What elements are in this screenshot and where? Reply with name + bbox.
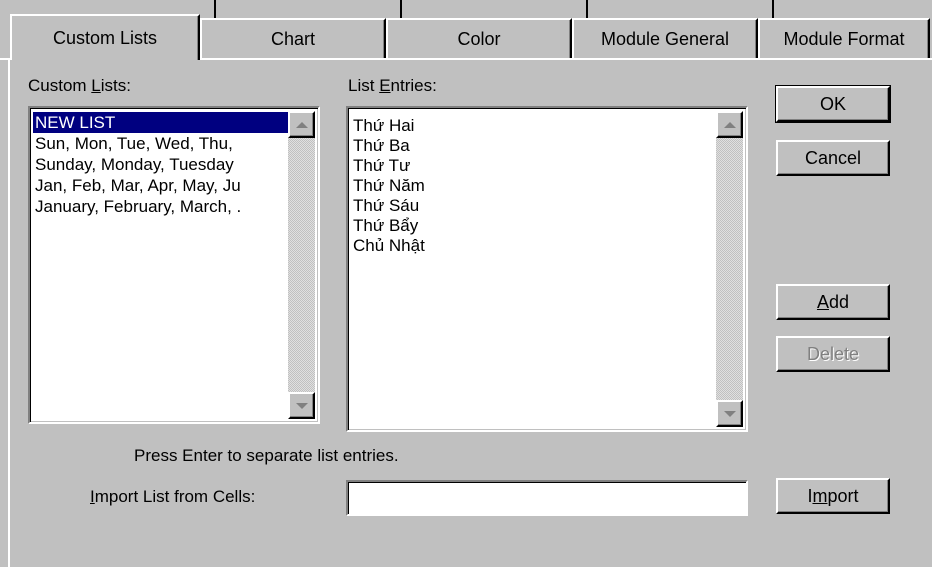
list-entries-box[interactable]: Thứ Hai Thứ Ba Thứ Tư Thứ Năm Thứ Sáu Th… (346, 106, 748, 432)
label-hotkey: m (812, 485, 828, 506)
vertical-scrollbar[interactable] (716, 111, 743, 427)
custom-lists-items: NEW LIST Sun, Mon, Tue, Wed, Thu, Sunday… (33, 112, 288, 419)
list-item[interactable]: Sunday, Monday, Tuesday (33, 154, 288, 175)
tab-label: Color (457, 28, 501, 49)
list-item[interactable]: NEW LIST (33, 112, 288, 133)
tab-label: Custom Lists (52, 27, 158, 48)
button-label: Import (807, 486, 858, 507)
add-button[interactable]: Add (776, 284, 890, 320)
tab-label: Module Format (783, 28, 905, 49)
tab-module-general[interactable]: Module General (572, 18, 758, 58)
tab-label: Module General (600, 28, 730, 49)
label-hotkey: E (379, 76, 391, 95)
arrow-up-icon (723, 121, 736, 128)
vertical-scrollbar[interactable] (288, 111, 315, 419)
list-entries-items: Thứ Hai Thứ Ba Thứ Tư Thứ Năm Thứ Sáu Th… (351, 116, 716, 427)
list-entry: Thứ Bẩy (353, 216, 419, 235)
arrow-down-icon (723, 410, 736, 417)
button-label: Delete (806, 343, 860, 364)
import-list-label: Import List from Cells: (90, 487, 255, 507)
label-text: dd (828, 291, 850, 312)
list-entry: Thứ Tư (353, 156, 411, 175)
tab-panel-left-border (8, 58, 10, 567)
tab-label: Chart (270, 28, 315, 49)
ok-button[interactable]: OK (775, 85, 891, 123)
list-entry: Thứ Hai (353, 116, 415, 135)
cancel-button[interactable]: Cancel (776, 140, 890, 176)
custom-lists-listbox[interactable]: NEW LIST Sun, Mon, Tue, Wed, Thu, Sunday… (28, 106, 320, 424)
label-text: mport List from Cells: (94, 487, 256, 506)
upper-tab-divider (214, 0, 216, 18)
list-entry: Thứ Năm (353, 176, 425, 195)
label-text: ists: (100, 76, 131, 95)
arrow-down-icon (295, 402, 308, 409)
label-text: ntries: (390, 76, 437, 95)
options-dialog: Custom Lists Chart Color Module General … (0, 0, 932, 567)
label-hotkey: L (91, 76, 101, 95)
list-entry: Thứ Ba (353, 136, 410, 155)
label-text: port (827, 485, 859, 506)
import-button[interactable]: Import (776, 478, 890, 514)
arrow-up-icon (295, 121, 308, 128)
tab-custom-lists[interactable]: Custom Lists (10, 14, 200, 60)
scroll-up-button[interactable] (288, 111, 315, 138)
tab-chart[interactable]: Chart (200, 18, 386, 58)
upper-tab-divider (586, 0, 588, 18)
custom-lists-label: Custom Lists: (28, 76, 131, 96)
scroll-up-button[interactable] (716, 111, 743, 138)
button-label: Cancel (804, 147, 862, 168)
list-item[interactable]: Jan, Feb, Mar, Apr, May, Ju (33, 175, 288, 196)
label-text: List (348, 76, 380, 95)
list-item[interactable]: Sun, Mon, Tue, Wed, Thu, (33, 133, 288, 154)
tab-module-format[interactable]: Module Format (758, 18, 930, 58)
tab-color[interactable]: Color (386, 18, 572, 58)
list-entries-label: List Entries: (348, 76, 437, 96)
scroll-down-button[interactable] (716, 400, 743, 427)
import-range-input[interactable] (346, 480, 748, 516)
upper-tab-divider (400, 0, 402, 18)
list-entry: Thứ Sáu (353, 196, 420, 215)
list-item[interactable]: January, February, March, . (33, 196, 288, 217)
delete-button[interactable]: Delete (776, 336, 890, 372)
label-hotkey: A (816, 291, 829, 312)
separate-entries-hint: Press Enter to separate list entries. (134, 446, 399, 465)
scroll-down-button[interactable] (288, 392, 315, 419)
button-label: OK (819, 93, 846, 114)
upper-tab-divider (772, 0, 774, 18)
button-label: Add (817, 292, 849, 313)
label-text: Custom (28, 76, 92, 95)
list-entry: Chủ Nhật (353, 236, 425, 255)
